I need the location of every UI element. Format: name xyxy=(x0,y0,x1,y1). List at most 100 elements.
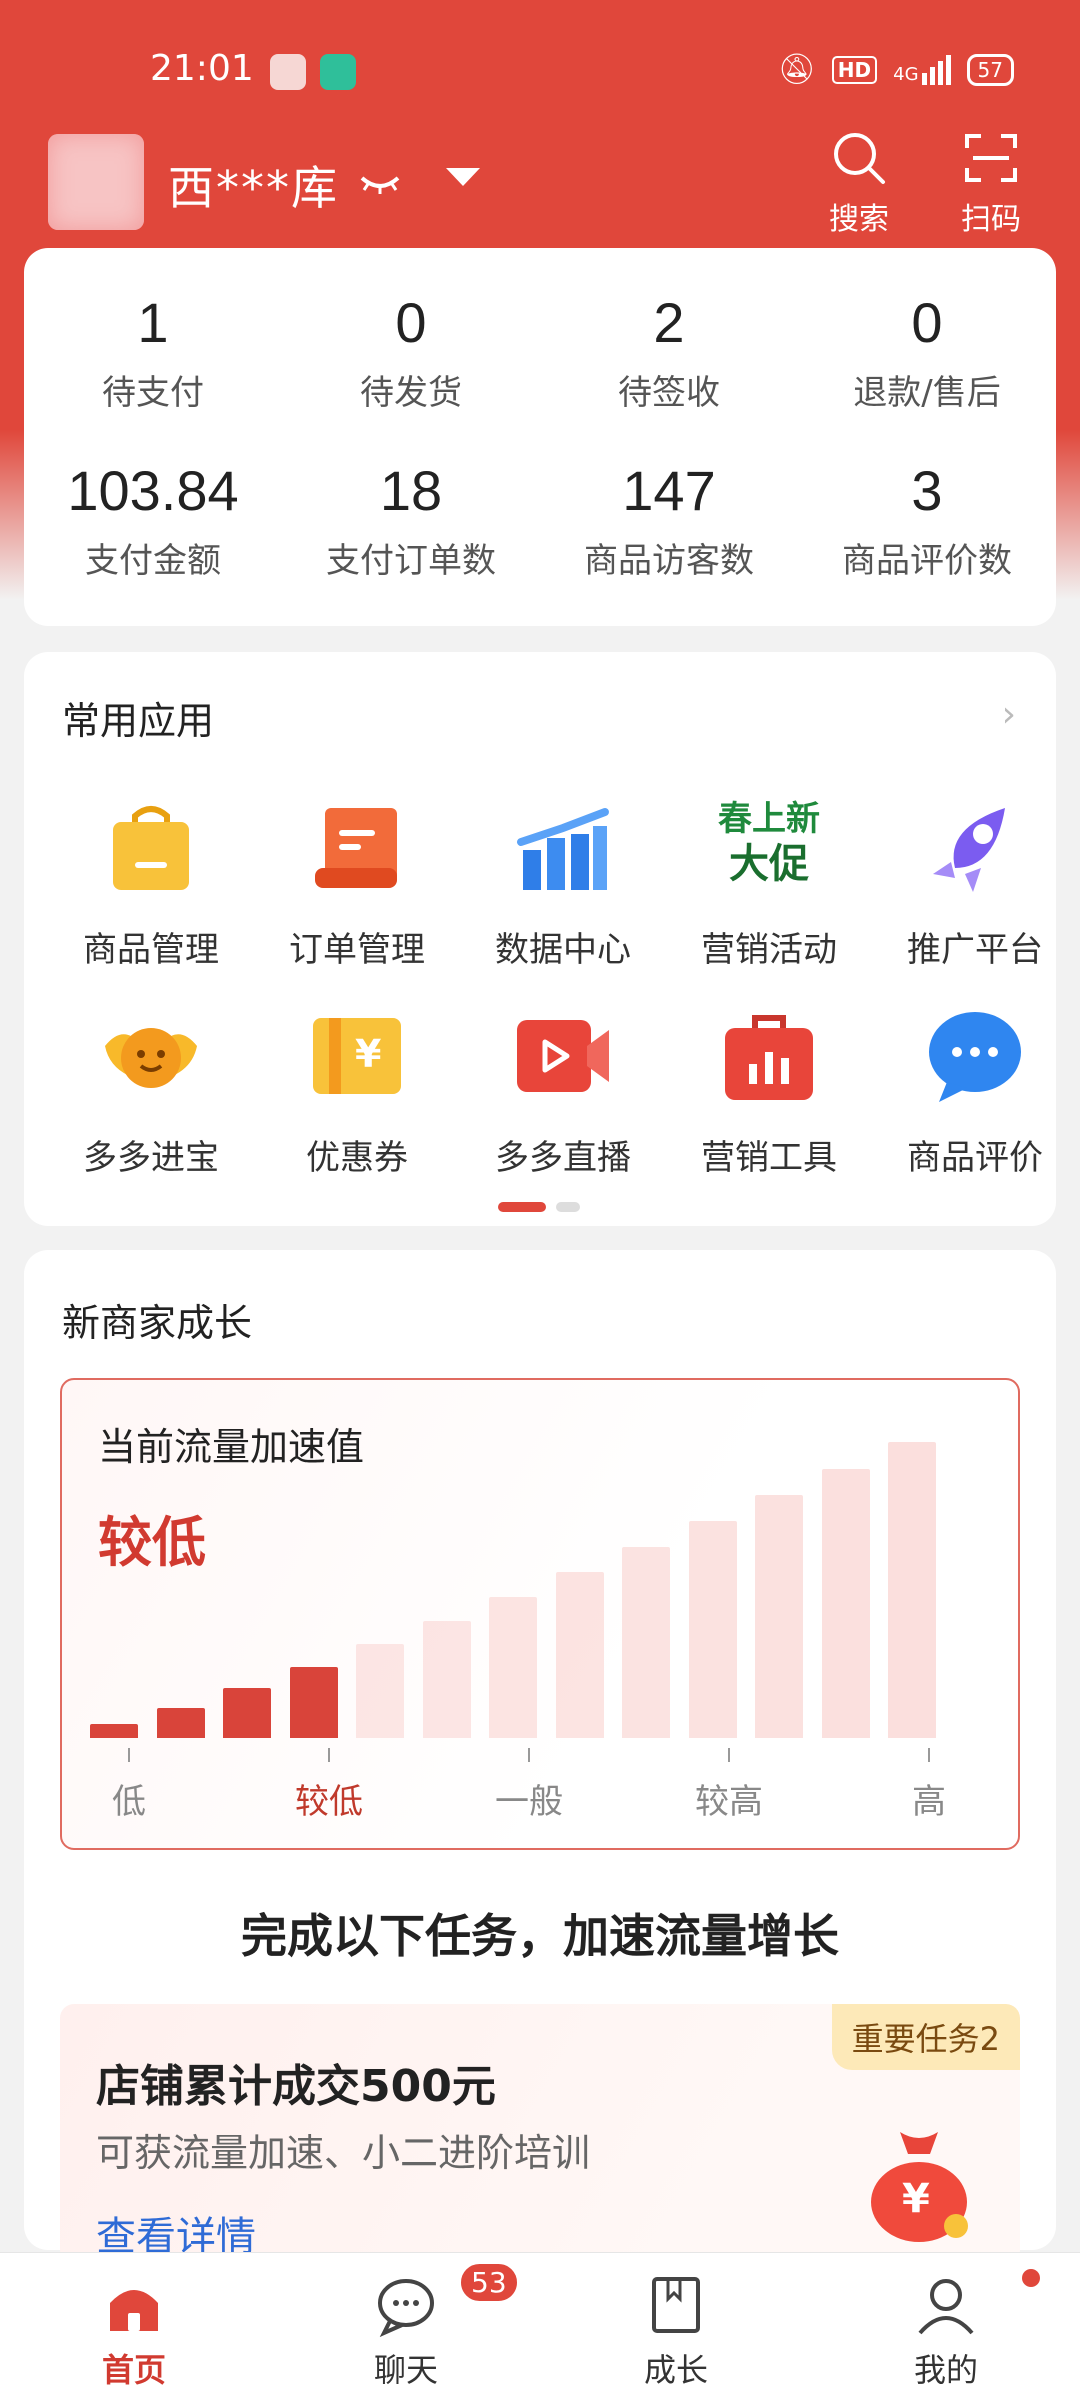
nav-chat[interactable]: 53 聊天 xyxy=(326,2261,520,2391)
stat-pending-receipt[interactable]: 2 待签收 xyxy=(540,290,798,414)
chat-icon: 53 xyxy=(374,2261,520,2338)
stat-label: 待支付 xyxy=(102,373,204,413)
video-camera-icon xyxy=(513,1006,613,1106)
stats-card: 1 待支付 0 待发货 2 待签收 0 退款/售后 103.84 支付金额 18 支付订单数… xyxy=(24,248,1056,626)
traffic-bar xyxy=(356,1644,404,1738)
battery-indicator: 57 xyxy=(966,53,1014,86)
traffic-bar xyxy=(422,1620,471,1738)
traffic-acceleration-panel[interactable]: 当前流量加速值 较低 低 较低 一般 较高 高 xyxy=(60,1378,1020,1850)
book-icon xyxy=(644,2273,708,2337)
app-promotion-platform[interactable]: 推广平台 xyxy=(872,798,1078,971)
apps-title: 常用应用 xyxy=(62,699,215,743)
traffic-bar xyxy=(90,1724,138,1738)
bar-chart-icon xyxy=(513,798,613,898)
search-button[interactable]: 搜索 xyxy=(814,130,904,238)
app-data-center[interactable]: 数据中心 xyxy=(460,798,666,971)
eye-closed-icon[interactable] xyxy=(358,166,402,207)
axis-label-high: 高 xyxy=(912,1782,946,1822)
spring-promo-icon: 春上新 大促 xyxy=(704,798,834,898)
app-label: 多多直播 xyxy=(495,1138,631,1178)
axis-tick xyxy=(128,1748,130,1762)
stat-payment-amount[interactable]: 103.84 支付金额 xyxy=(24,458,282,582)
app-marketing-activity[interactable]: 春上新 大促 营销活动 xyxy=(666,798,872,971)
app-label: 商品评价 xyxy=(907,1138,1043,1178)
app-label: 营销工具 xyxy=(701,1138,837,1178)
nav-me[interactable]: 我的 xyxy=(866,2269,1040,2391)
page-dot xyxy=(556,1202,580,1212)
nav-growth[interactable]: 成长 xyxy=(596,2273,756,2391)
axis-tick xyxy=(728,1748,730,1762)
stat-value: 18 xyxy=(379,459,443,522)
stat-label: 商品访客数 xyxy=(584,541,754,581)
scan-button[interactable]: 扫码 xyxy=(946,130,1036,238)
stat-pending-payment[interactable]: 1 待支付 xyxy=(24,290,282,414)
stat-value: 2 xyxy=(653,291,685,354)
hd-badge: HD xyxy=(831,55,878,84)
traffic-bar xyxy=(223,1688,271,1738)
nav-home[interactable]: 首页 xyxy=(54,2273,214,2391)
stat-value: 0 xyxy=(395,291,427,354)
scan-icon xyxy=(965,134,1017,182)
nav-label: 我的 xyxy=(913,2351,978,2389)
stat-visitor-count[interactable]: 147 商品访客数 xyxy=(540,458,798,582)
axis-label-medium: 一般 xyxy=(495,1782,563,1822)
axis-tick xyxy=(928,1748,930,1762)
stat-value: 3 xyxy=(911,459,943,522)
traffic-bar xyxy=(821,1468,870,1738)
stat-refund[interactable]: 0 退款/售后 xyxy=(798,290,1056,414)
stat-order-count[interactable]: 18 支付订单数 xyxy=(282,458,540,582)
task-badge: 重要任务2 xyxy=(831,2004,1020,2070)
app-order-management[interactable]: 订单管理 xyxy=(254,798,460,971)
app-duoduo-jinbao[interactable]: 多多进宝 xyxy=(48,1006,254,1179)
stat-pending-shipment[interactable]: 0 待发货 xyxy=(282,290,540,414)
avatar[interactable] xyxy=(48,134,144,230)
axis-label-higher: 较高 xyxy=(695,1782,763,1822)
axis-label-lower: 较低 xyxy=(295,1782,363,1822)
nav-label: 成长 xyxy=(643,2351,708,2389)
traffic-bar xyxy=(156,1707,205,1738)
bag-symbol: ¥ xyxy=(902,2176,930,2222)
traffic-bar xyxy=(489,1596,537,1738)
unread-badge: 53 xyxy=(458,2261,520,2304)
chevron-right-icon[interactable]: › xyxy=(1002,694,1016,735)
traffic-title: 当前流量加速值 xyxy=(98,1425,365,1469)
app-product-management[interactable]: 商品管理 xyxy=(48,798,254,971)
common-apps-card: 常用应用 › 商品管理 订单管理 数据中心 春上新 大促 营销活动 推广平台 多… xyxy=(24,652,1056,1226)
traffic-bar xyxy=(688,1521,737,1738)
stat-label: 支付金额 xyxy=(85,541,221,581)
app-duoduo-live[interactable]: 多多直播 xyxy=(460,1006,666,1179)
app-label: 数据中心 xyxy=(495,930,631,970)
app-coupon[interactable]: ¥ 优惠券 xyxy=(254,1006,460,1179)
app-product-reviews[interactable]: 商品评价 xyxy=(872,1006,1078,1179)
stat-label: 待发货 xyxy=(360,373,462,413)
app-label: 多多进宝 xyxy=(83,1138,219,1178)
rocket-icon xyxy=(925,798,1025,898)
nav-label: 首页 xyxy=(101,2351,166,2389)
page-indicator xyxy=(498,1202,580,1212)
app-marketing-tools[interactable]: 营销工具 xyxy=(666,1006,872,1179)
network-type: 4G xyxy=(893,63,919,85)
shopping-bag-icon xyxy=(101,798,201,898)
stat-label: 商品评价数 xyxy=(842,541,1012,581)
traffic-level-value: 较低 xyxy=(98,1511,206,1574)
axis-label-low: 低 xyxy=(112,1782,146,1822)
traffic-bar xyxy=(755,1495,803,1738)
tasks-heading: 完成以下任务，加速流量增长 xyxy=(241,1909,839,1963)
shop-name[interactable]: 西***库 xyxy=(168,152,339,218)
scroll-icon xyxy=(307,798,407,898)
traffic-bar xyxy=(289,1666,338,1738)
user-icon xyxy=(914,2269,1040,2337)
task-card[interactable]: 重要任务2 店铺累计成交500元 可获流量加速、小二进阶培训 查看详情 ¥ xyxy=(60,2004,1020,2264)
app-label: 营销活动 xyxy=(701,930,837,970)
stat-review-count[interactable]: 3 商品评价数 xyxy=(798,458,1056,582)
stat-label: 退款/售后 xyxy=(853,373,1001,413)
money-bag-icon: ¥ xyxy=(864,2124,974,2244)
notification-dot xyxy=(1022,2269,1040,2287)
home-icon xyxy=(102,2273,166,2337)
chevron-down-icon[interactable] xyxy=(446,168,480,186)
app-label: 推广平台 xyxy=(907,930,1043,970)
treasure-face-icon xyxy=(101,1006,201,1106)
mute-bell-icon: 🔕︎ xyxy=(777,52,816,87)
stat-value: 147 xyxy=(622,459,716,522)
coupon-symbol: ¥ xyxy=(355,1032,382,1076)
